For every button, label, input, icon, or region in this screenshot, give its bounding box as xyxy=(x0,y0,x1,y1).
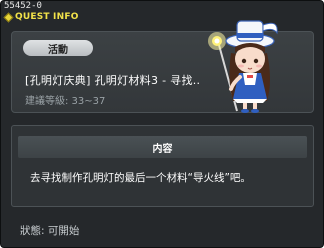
event-badge: 活動 xyxy=(23,40,93,56)
quest-info-window: 55452-0 QUEST INFO 活動 [孔明灯庆典] 孔明灯材料3 - 寻… xyxy=(0,0,324,248)
npc-portrait xyxy=(208,20,278,113)
quest-id: 55452-0 xyxy=(4,1,42,11)
quest-name: [孔明灯庆典] 孔明灯材料3 - 寻找.. xyxy=(25,74,201,87)
quest-content-panel: 内容 去寻找制作孔明灯的最后一个材料“导火线”吧。 xyxy=(11,125,314,207)
window-title: QUEST INFO xyxy=(15,12,79,22)
quest-status: 狀態: 可開始 xyxy=(20,225,80,237)
title-bar: QUEST INFO xyxy=(3,12,79,22)
quest-level-requirement: 建議等級: 33~37 xyxy=(25,96,106,107)
title-gem-icon xyxy=(3,12,14,22)
content-header: 内容 xyxy=(18,136,307,158)
content-text: 去寻找制作孔明灯的最后一个材料“导火线”吧。 xyxy=(30,172,251,184)
